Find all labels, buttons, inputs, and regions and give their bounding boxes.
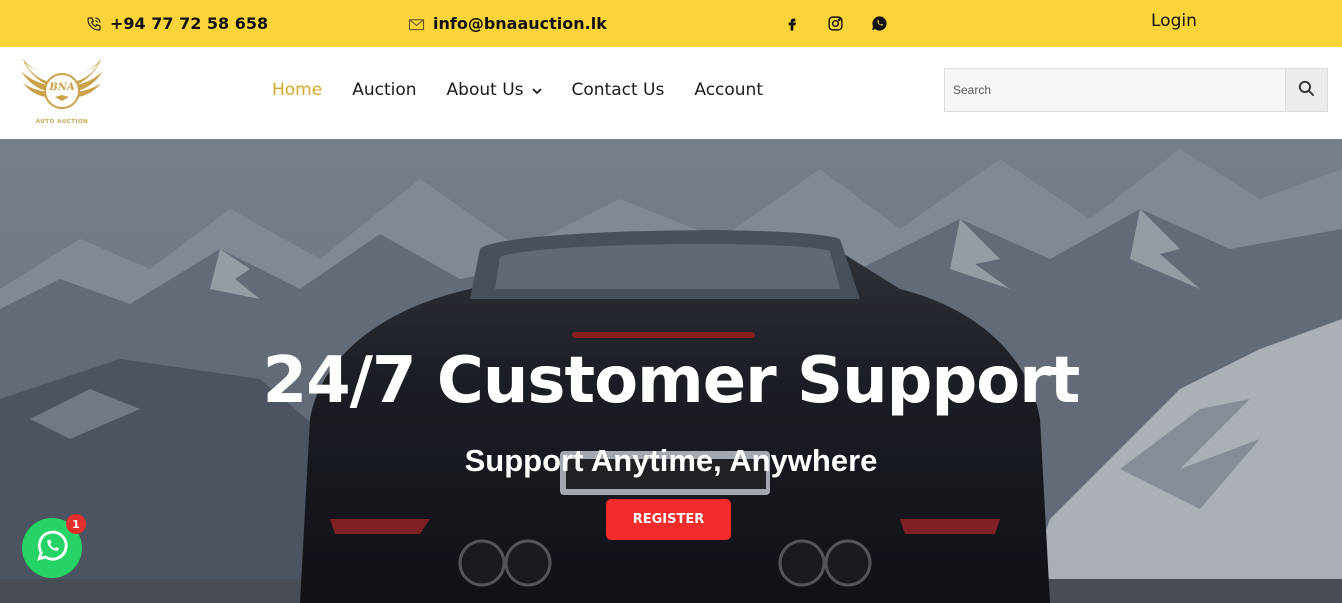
nav-home[interactable]: Home [272,80,322,100]
main-nav: Home Auction About Us Contact Us Account [272,47,793,133]
search-form [944,68,1328,112]
whatsapp-icon[interactable] [871,15,888,32]
nav-contact-us[interactable]: Contact Us [572,80,665,100]
main-header: BNA AUTO AUCTION Home Auction About Us C… [0,47,1342,139]
email-address: info@bnaauction.lk [433,14,607,33]
register-button[interactable]: REGISTER [606,499,731,540]
search-icon [1297,79,1316,102]
notification-badge: 1 [66,514,86,534]
facebook-icon[interactable] [784,16,800,32]
logo-text: BNA [48,82,75,93]
nav-auction[interactable]: Auction [352,80,416,100]
hero-subtitle: Support Anytime, Anywhere [464,443,878,478]
chevron-down-icon [531,80,542,100]
whatsapp-icon [33,527,71,569]
nav-about-us[interactable]: About Us [447,80,542,100]
site-logo[interactable]: BNA AUTO AUCTION [17,57,107,129]
social-links [784,0,888,47]
login-link[interactable]: Login [1151,0,1197,44]
hero-banner: 24/7 Customer Support Support Anytime, A… [0,139,1342,603]
search-input[interactable] [945,69,1285,111]
phone-contact[interactable]: +94 77 72 58 658 [86,0,268,47]
nav-account[interactable]: Account [694,80,763,100]
phone-number: +94 77 72 58 658 [110,14,269,33]
search-button[interactable] [1285,69,1327,111]
email-contact[interactable]: info@bnaauction.lk [408,0,607,47]
instagram-icon[interactable] [827,15,844,32]
logo-subtext: AUTO AUCTION [36,119,89,125]
hero-title: 24/7 Customer Support [262,344,1081,418]
top-bar: +94 77 72 58 658 info@bnaauction.lk Logi… [0,0,1342,47]
envelope-icon [408,17,425,31]
phone-icon [86,16,102,32]
